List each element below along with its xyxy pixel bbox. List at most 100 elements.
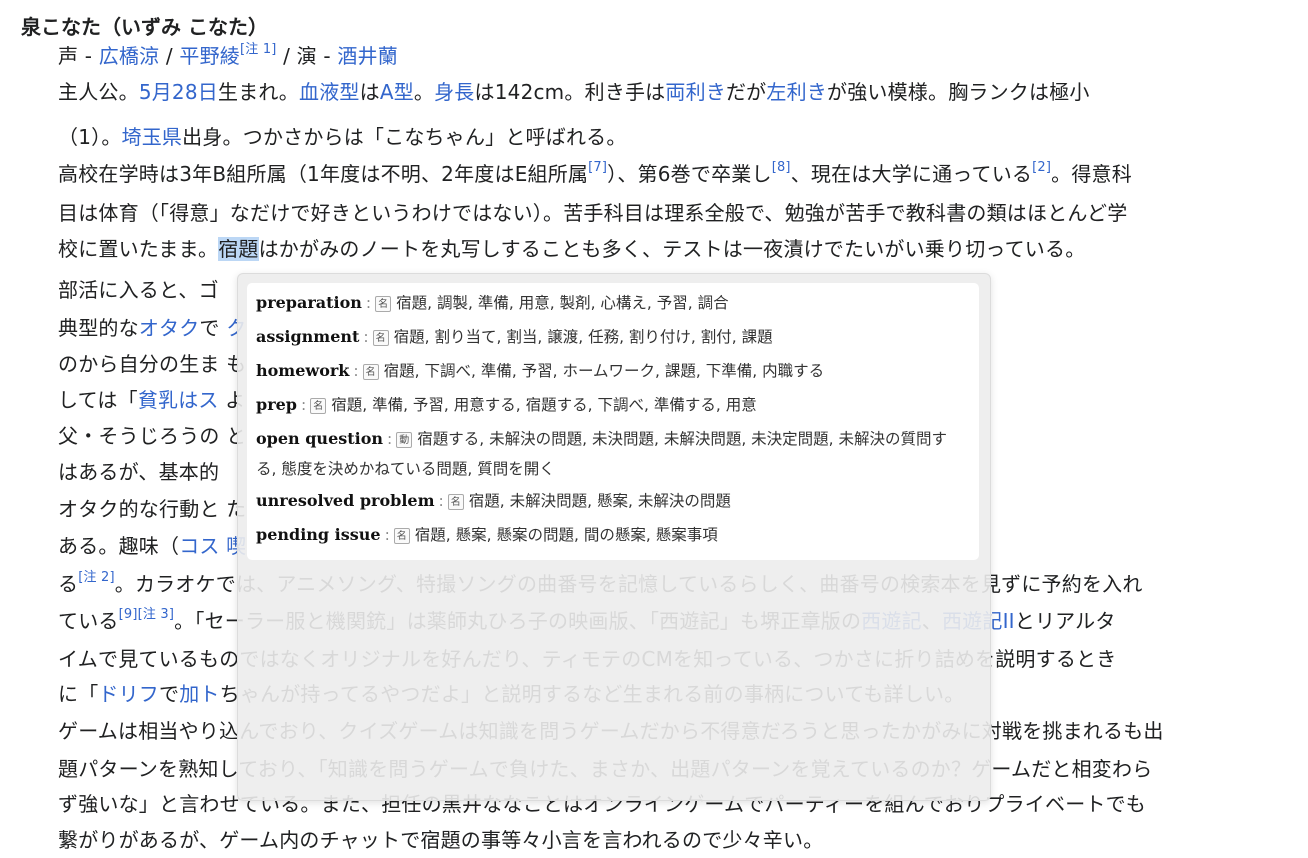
entry-translations: 宿題, 調製, 準備, 用意, 製剤, 心構え, 予習, 調合 <box>396 294 729 312</box>
text-run: 校に置いたまま。 <box>58 237 219 261</box>
text-run: 。得意科 <box>1051 162 1132 186</box>
wiki-link[interactable]: 左利き <box>766 80 827 104</box>
text-run: 繋がりがあるが、ゲーム内のチャットで宿題の事等々小言を言われるので少々辛い。 <box>58 828 824 852</box>
entry-term: unresolved problem <box>256 491 435 510</box>
entry-term: preparation <box>256 293 362 312</box>
article-line: 部活に入ると、ゴ <box>58 272 219 308</box>
footnote-link[interactable]: [注 3] <box>138 607 175 622</box>
text-run: で <box>199 316 227 340</box>
entry-translations: 宿題, 懸案, 懸案の問題, 間の懸案, 懸案事項 <box>414 526 718 544</box>
wiki-link[interactable]: 加ト <box>179 682 219 706</box>
footnote-link[interactable]: [9] <box>119 607 138 622</box>
wiki-link[interactable]: 両利き <box>665 80 726 104</box>
part-of-speech-icon: 名 <box>375 295 392 312</box>
part-of-speech-icon: 名 <box>393 527 410 544</box>
text-run: 部活に入ると、ゴ <box>58 278 219 302</box>
text-run: が強い模様。胸ランクは極小 <box>827 80 1090 104</box>
wiki-link[interactable]: 広橋涼 <box>99 44 160 68</box>
wiki-link[interactable]: ドリフ <box>98 682 159 706</box>
text-run: ある。趣味（ <box>58 534 180 558</box>
text-run: / <box>159 44 180 68</box>
text-run: 高校在学時は3年B組所属（1年度は不明、2年度はE組所属 <box>58 162 589 186</box>
text-run: 典型的な <box>58 316 139 340</box>
article-line: 高校在学時は3年B組所属（1年度は不明、2年度はE組所属[7]）、第6巻で卒業し… <box>58 156 1132 192</box>
wiki-link[interactable]: 血液型 <box>299 80 360 104</box>
entry-translations: 宿題, 未解決問題, 懸案, 未解決の問題 <box>468 492 731 510</box>
footnote: [注 3] <box>138 607 175 622</box>
text-run: はかがみのノートを丸写しすることも多く、テストは一夜漬けでたいがい乗り切っている… <box>258 237 1086 261</box>
footnote-link[interactable]: [2] <box>1032 160 1051 175</box>
article-line: 目は体育（「得意」なだけで好きというわけではない）。苦手科目は理系全般で、勉強が… <box>58 195 1127 231</box>
dictionary-entry[interactable]: preparation: 名宿題, 調製, 準備, 用意, 製剤, 心構え, 予習… <box>256 286 967 320</box>
wiki-link[interactable]: A型 <box>380 80 414 104</box>
entry-term: prep <box>256 395 297 414</box>
text-run: （1）。 <box>58 125 122 149</box>
footnote-link[interactable]: [注 2] <box>78 570 115 585</box>
footnote-link[interactable]: [7] <box>588 160 607 175</box>
wiki-link[interactable]: 身長 <box>434 80 474 104</box>
entry-translations: 宿題, 準備, 予習, 用意する, 宿題する, 下調べ, 準備する, 用意 <box>331 396 757 414</box>
wiki-link[interactable]: 5月28日 <box>139 80 218 104</box>
footnote: [7] <box>588 160 607 175</box>
text-run: る <box>58 572 79 596</box>
text-run: は142cm。利き手は <box>474 80 666 104</box>
article-line: 主人公。5月28日生まれ。血液型はA型。身長は142cm。利き手は両利きだが左利… <box>58 74 1090 110</box>
dictionary-entry[interactable]: homework: 名宿題, 下調べ, 準備, 予習, ホームワーク, 課題, 下… <box>256 354 967 388</box>
wiki-link[interactable]: 貧乳はス <box>138 388 219 412</box>
entry-separator: : <box>365 294 372 312</box>
entry-separator: : <box>384 526 390 544</box>
text-run: ている <box>58 609 119 633</box>
entry-separator: : <box>300 396 307 414</box>
dictionary-entry[interactable]: prep: 名宿題, 準備, 予習, 用意する, 宿題する, 下調べ, 準備する,… <box>256 388 967 422</box>
text-run: 主人公。 <box>58 80 139 104</box>
entry-term: homework <box>256 361 350 380</box>
text-run: 目は体育（「得意」なだけで好きというわけではない）。苦手科目は理系全般で、勉強が… <box>58 201 1128 225</box>
part-of-speech-icon: 名 <box>310 397 327 414</box>
part-of-speech-icon: 名 <box>447 493 464 510</box>
footnote: [注 2] <box>78 570 115 585</box>
wiki-link[interactable]: 酒井蘭 <box>337 44 398 68</box>
selected-word: 宿題 <box>218 237 259 261</box>
entry-translations: 宿題, 下調べ, 準備, 予習, ホームワーク, 課題, 下準備, 内職する <box>383 362 825 380</box>
wiki-link[interactable]: 平野綾 <box>179 44 240 68</box>
text-run: で <box>159 682 180 706</box>
part-of-speech-icon: 動 <box>396 431 413 448</box>
part-of-speech-icon: 名 <box>372 329 389 346</box>
wiki-link[interactable]: オタク <box>139 316 200 340</box>
dictionary-entry[interactable]: unresolved problem: 名宿題, 未解決問題, 懸案, 未解決の問… <box>256 484 967 518</box>
text-run: 声 - <box>58 44 99 68</box>
footnote: [8] <box>772 160 791 175</box>
wiki-link[interactable]: 埼玉県 <box>122 125 183 149</box>
dictionary-entry[interactable]: pending issue: 名宿題, 懸案, 懸案の問題, 間の懸案, 懸案事項 <box>256 518 967 552</box>
text-run: / 演 - <box>276 44 338 68</box>
entry-term: assignment <box>256 327 360 346</box>
text-run: に「 <box>58 682 99 706</box>
text-run: しては「 <box>58 388 138 412</box>
text-run: はあるが、基本的 <box>58 460 220 484</box>
text-run: 。 <box>413 80 435 104</box>
text-run: 、現在は大学に通っている <box>790 162 1033 186</box>
entry-term: pending issue <box>256 525 381 544</box>
footnote: [注 1] <box>240 42 277 57</box>
text-run: とリアルタ <box>1014 609 1116 633</box>
article-line: 校に置いたまま。宿題はかがみのノートを丸写しすることも多く、テストは一夜漬けでた… <box>58 231 1085 267</box>
dictionary-popup[interactable]: preparation: 名宿題, 調製, 準備, 用意, 製剤, 心構え, 予習… <box>247 283 979 560</box>
footnote-link[interactable]: [注 1] <box>240 42 277 57</box>
entry-separator: : <box>438 492 444 510</box>
entry-separator: : <box>353 362 359 380</box>
text-run: ）、第6巻で卒業し <box>607 162 772 186</box>
entry-term: open question <box>256 429 384 448</box>
footnote-link[interactable]: [8] <box>772 160 791 175</box>
text-run: だが <box>725 80 767 104</box>
footnote: [2] <box>1032 160 1051 175</box>
article-line: 声 - 広橋涼 / 平野綾[注 1] / 演 - 酒井蘭 <box>58 38 398 74</box>
text-run: は <box>359 80 380 104</box>
dictionary-entry[interactable]: open question: 動宿題する, 未解決の問題, 未決問題, 未解決問題… <box>256 422 967 484</box>
part-of-speech-icon: 名 <box>362 363 379 380</box>
article-line: 繋がりがあるが、ゲーム内のチャットで宿題の事等々小言を言われるので少々辛い。 <box>58 822 823 858</box>
article-line: （1）。埼玉県出身。つかさからは「こなちゃん」と呼ばれる。 <box>58 119 627 155</box>
wiki-link[interactable]: コス <box>179 534 219 558</box>
text-run: 出身。つかさからは「こなちゃん」と呼ばれる。 <box>182 125 627 149</box>
dictionary-entry[interactable]: assignment: 名宿題, 割り当て, 割当, 譲渡, 任務, 割り付け, … <box>256 320 967 354</box>
article-line: はあるが、基本的 <box>58 454 219 490</box>
